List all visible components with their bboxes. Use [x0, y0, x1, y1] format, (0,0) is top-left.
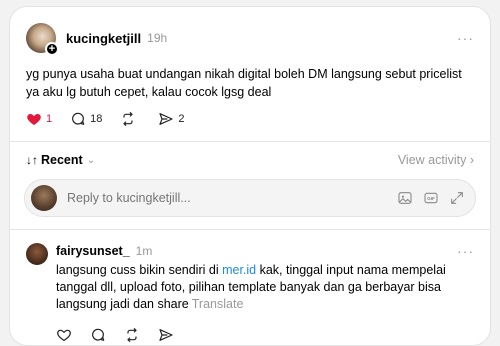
post-time: 19h	[147, 31, 168, 45]
original-post: + kucingketjill 19h ··· yg punya usaha b…	[26, 21, 474, 127]
sort-dropdown[interactable]: Recent	[41, 153, 83, 167]
comment-text: langsung cuss bikin sendiri di mer.id ka…	[56, 262, 474, 313]
comment-count: 18	[90, 113, 103, 125]
avatar[interactable]: +	[26, 23, 59, 56]
avatar[interactable]	[26, 243, 48, 265]
share-button[interactable]: 2	[158, 111, 185, 127]
reply-box[interactable]: GIF	[24, 179, 476, 217]
image-icon[interactable]	[397, 190, 413, 206]
svg-text:GIF: GIF	[427, 196, 435, 201]
comment-button[interactable]: 18	[70, 111, 102, 127]
translate-link[interactable]: Translate	[192, 297, 244, 311]
reply-tools: GIF	[397, 190, 465, 206]
comment-username[interactable]: fairysunset_	[56, 244, 130, 258]
more-options-icon[interactable]: ···	[457, 30, 474, 46]
follow-plus-icon[interactable]: +	[45, 42, 59, 56]
repost-icon[interactable]	[124, 327, 140, 343]
send-icon[interactable]	[158, 327, 174, 343]
expand-icon[interactable]	[449, 190, 465, 206]
share-count: 2	[178, 113, 185, 125]
comment-icon[interactable]	[90, 327, 106, 343]
post-text: yg punya usaha buat undangan nikah digit…	[26, 67, 462, 99]
comment-icon	[72, 112, 85, 125]
more-options-icon[interactable]: ···	[457, 243, 474, 259]
sort-icon[interactable]: ↓↑	[26, 153, 38, 167]
comment-actions	[56, 327, 474, 343]
comment-time: 1m	[135, 244, 153, 258]
send-icon	[159, 113, 173, 125]
comment-header: fairysunset_ 1m ···	[26, 243, 474, 259]
gif-icon[interactable]: GIF	[423, 190, 439, 206]
like-button[interactable]: 1	[26, 111, 52, 127]
divider	[10, 141, 490, 142]
thread-card: + kucingketjill 19h ··· yg punya usaha b…	[9, 6, 491, 346]
post-username[interactable]: kucingketjill	[66, 31, 141, 46]
heart-filled-icon	[27, 114, 41, 125]
post-header: + kucingketjill 19h ···	[26, 21, 474, 56]
reply-comment: fairysunset_ 1m ··· langsung cuss bikin …	[26, 243, 474, 343]
divider	[10, 229, 490, 230]
comment-text-part: langsung cuss bikin sendiri di	[56, 263, 223, 277]
post-actions: 1 18 2	[26, 111, 474, 127]
repost-icon	[123, 112, 133, 126]
heart-icon[interactable]	[56, 327, 72, 343]
avatar	[31, 185, 57, 211]
like-count: 1	[46, 113, 53, 125]
repost-button[interactable]	[120, 111, 140, 127]
sort-bar: ↓↑ Recent ⌄ View activity ›	[26, 153, 474, 167]
reply-input[interactable]	[67, 191, 397, 205]
view-activity-link[interactable]: View activity ›	[398, 153, 474, 167]
comment-link[interactable]: mer.id	[222, 263, 256, 277]
chevron-down-icon[interactable]: ⌄	[87, 155, 95, 166]
